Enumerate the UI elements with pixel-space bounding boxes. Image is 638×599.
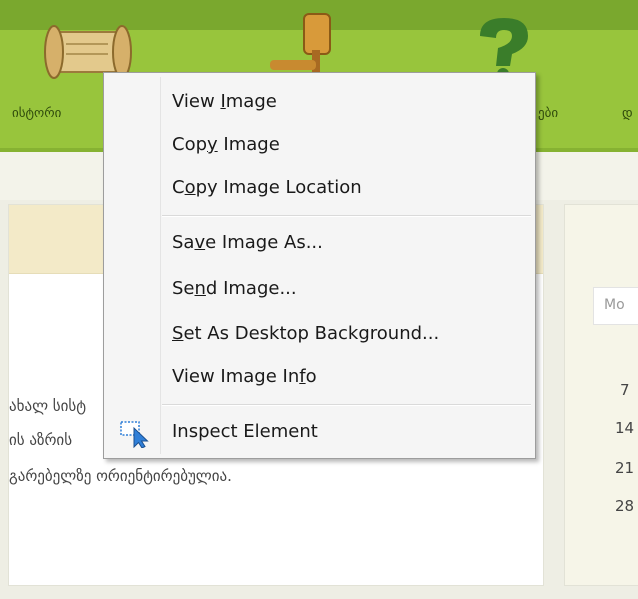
menu-label: Copy Image Location	[172, 177, 362, 198]
menu-item-save-image-as[interactable]: Save Image As...	[108, 225, 531, 261]
menu-item-send-image[interactable]: Send Image...	[108, 271, 531, 307]
weekday-label: Mo	[604, 297, 625, 313]
menu-item-copy-image-location[interactable]: Copy Image Location	[108, 170, 531, 206]
menu-item-view-image[interactable]: View Image	[108, 84, 531, 120]
menu-item-copy-image[interactable]: Copy Image	[108, 127, 531, 163]
menu-item-inspect-element[interactable]: Inspect Element	[108, 414, 531, 450]
content-line-1: ახალ სისტ	[9, 397, 87, 415]
menu-item-view-image-info[interactable]: View Image Info	[108, 359, 531, 395]
weekday-header: Mo	[593, 287, 638, 325]
menu-label: Save Image As...	[172, 232, 323, 253]
nav-item-partial[interactable]: ები	[538, 106, 558, 121]
menu-label: Copy Image	[172, 134, 280, 155]
menu-item-set-desktop-background[interactable]: Set As Desktop Background...	[108, 316, 531, 352]
calendar-date[interactable]: 21	[615, 459, 634, 477]
menu-separator	[162, 215, 531, 217]
menu-label: Set As Desktop Background...	[172, 323, 440, 344]
calendar-sidebar: Mo 7 14 21 28	[564, 204, 638, 586]
content-line-2: ის აზრის	[9, 431, 73, 449]
gavel-icon[interactable]	[268, 10, 338, 74]
inspect-cursor-icon	[120, 421, 149, 448]
nav-item-history[interactable]: ისტორი	[12, 106, 61, 121]
content-line-3: გარებელზე ორიენტირებულია.	[9, 467, 232, 485]
nav-item-partial-2[interactable]: დ	[622, 106, 633, 121]
question-mark-icon[interactable]	[470, 14, 536, 80]
menu-label: Inspect Element	[172, 421, 318, 442]
menu-label: Send Image...	[172, 278, 297, 299]
image-context-menu: View Image Copy Image Copy Image Locatio…	[103, 72, 536, 459]
calendar-date[interactable]: 7	[620, 381, 630, 399]
menu-label: View Image	[172, 91, 277, 112]
calendar-date[interactable]: 28	[615, 497, 634, 515]
menu-label: View Image Info	[172, 366, 317, 387]
menu-separator	[162, 404, 531, 406]
calendar-date[interactable]: 14	[615, 419, 634, 437]
